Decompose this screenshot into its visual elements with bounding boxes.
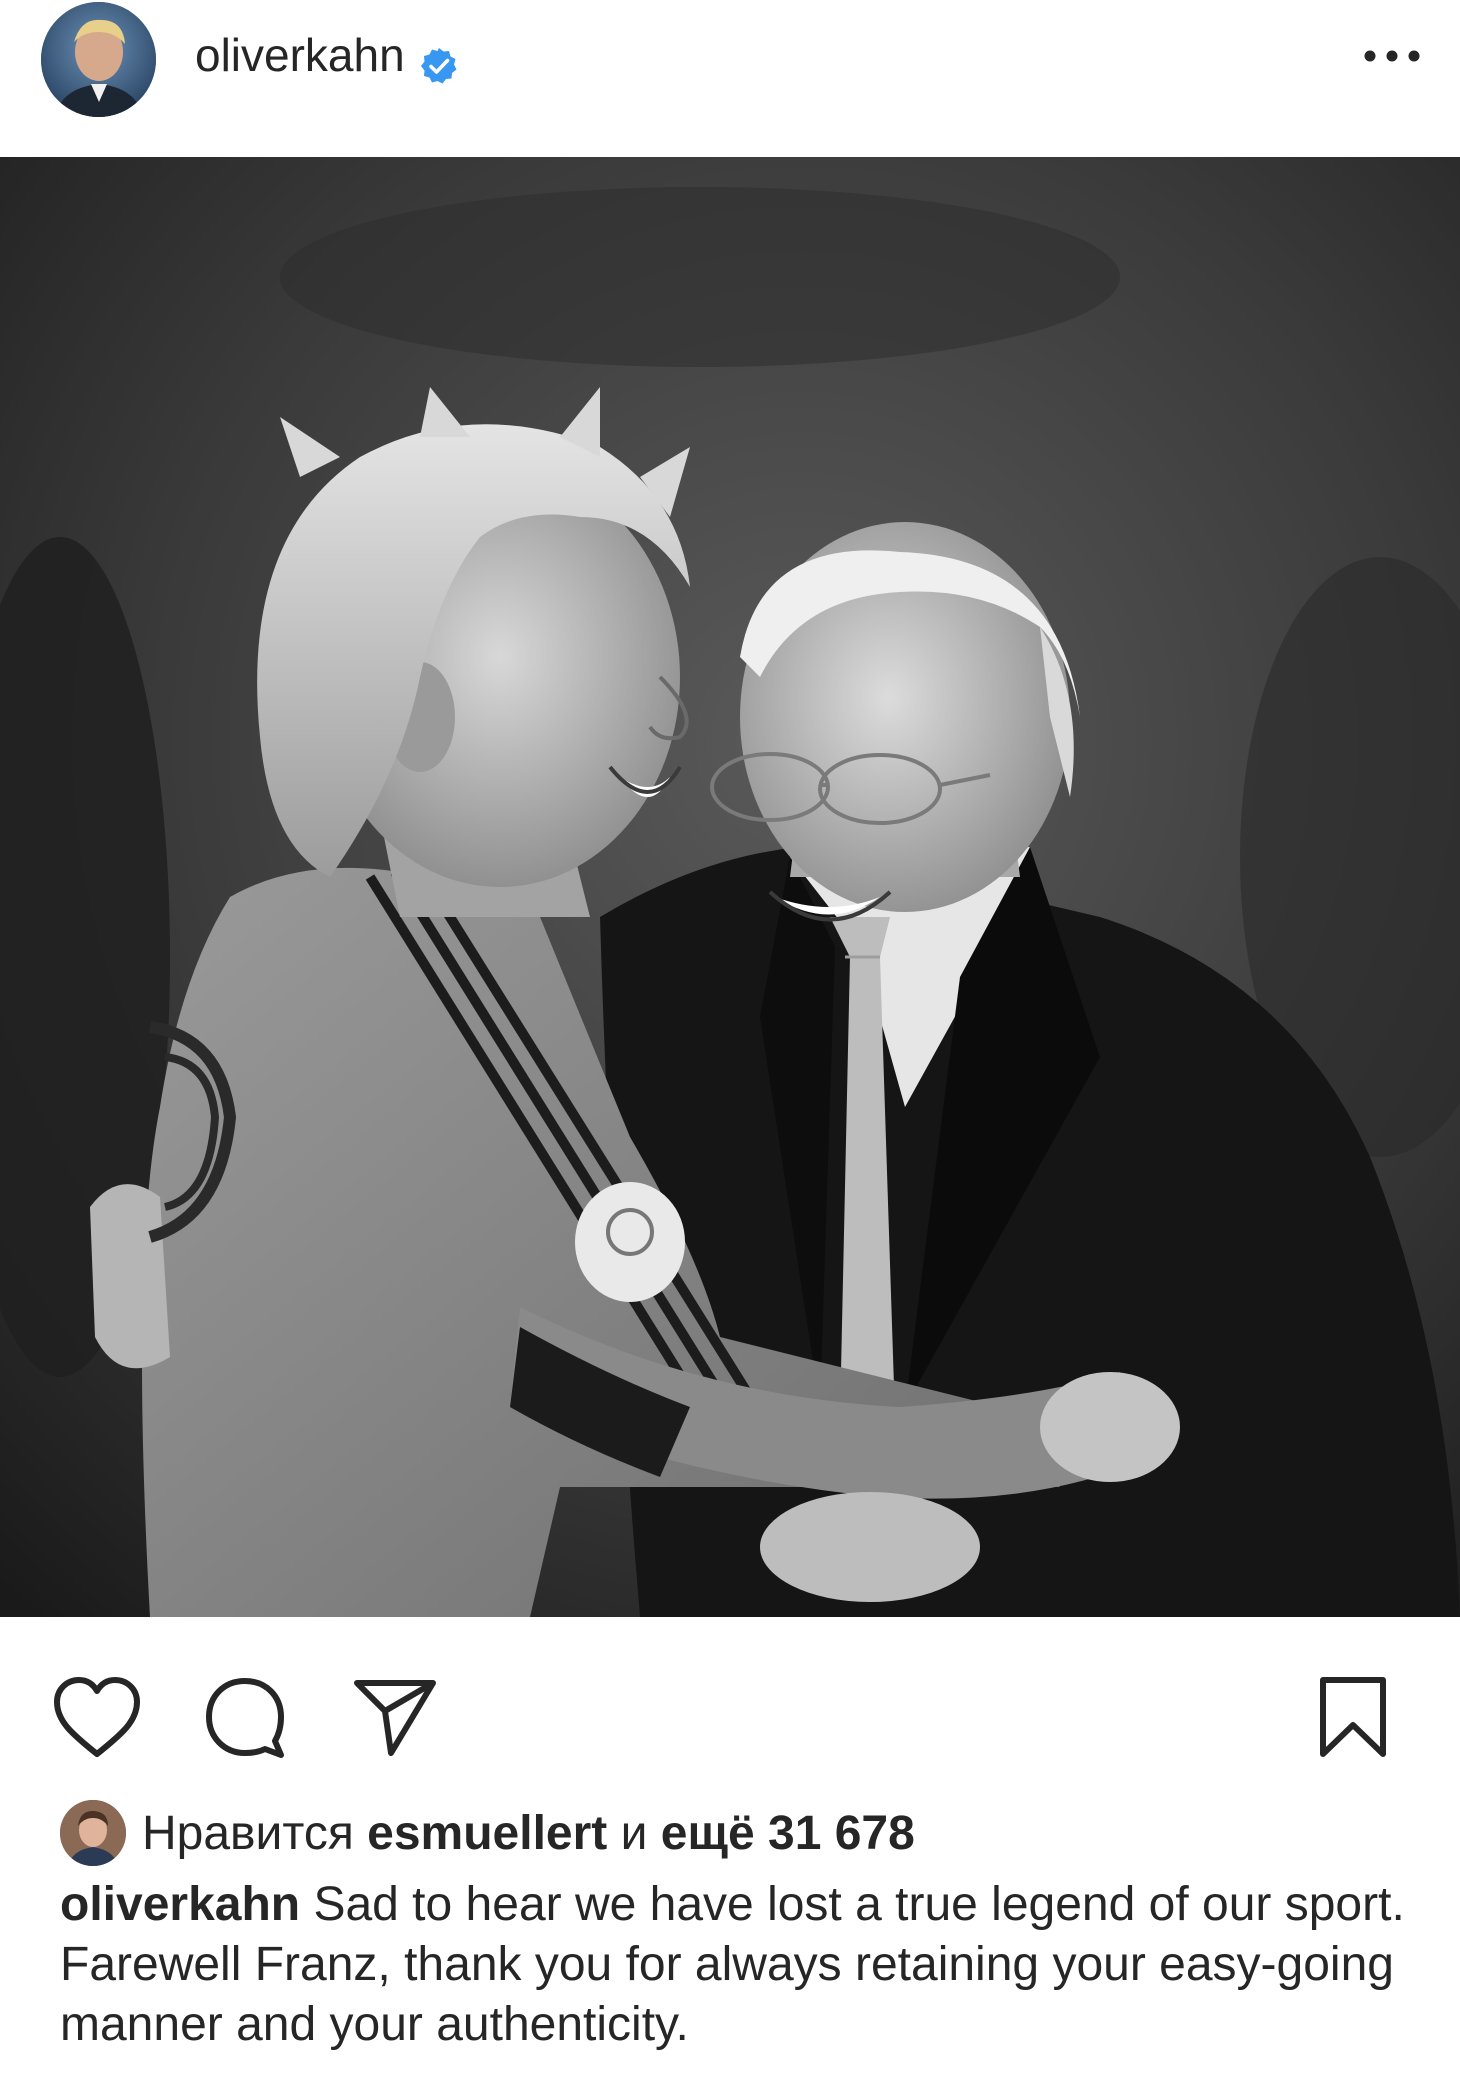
likes-prefix: Нравится (142, 1806, 354, 1860)
post-photo[interactable] (0, 157, 1460, 1617)
more-options-icon[interactable] (1342, 28, 1442, 84)
bookmark-icon[interactable] (1303, 1667, 1403, 1767)
caption-username[interactable]: oliverkahn (60, 1878, 300, 1931)
username-label[interactable]: oliverkahn (195, 20, 405, 90)
liker-username[interactable]: esmuellert (367, 1806, 607, 1861)
comment-icon[interactable] (195, 1667, 295, 1767)
profile-avatar[interactable] (41, 2, 156, 117)
likes-count[interactable]: ещё 31 678 (661, 1806, 915, 1861)
verified-badge-icon (419, 35, 459, 84)
likes-row[interactable]: Нравится esmuellert и ещё 31 678 (60, 1797, 915, 1869)
post-header: oliverkahn (0, 0, 1460, 157)
post-caption: oliverkahn Sad to hear we have lost a tr… (60, 1875, 1420, 2055)
liker-avatar (60, 1800, 126, 1866)
send-icon[interactable] (345, 1667, 445, 1767)
likes-conjunction: и (620, 1806, 648, 1860)
username-row[interactable]: oliverkahn (195, 20, 459, 90)
action-bar (0, 1617, 1460, 1797)
heart-icon[interactable] (47, 1667, 147, 1767)
